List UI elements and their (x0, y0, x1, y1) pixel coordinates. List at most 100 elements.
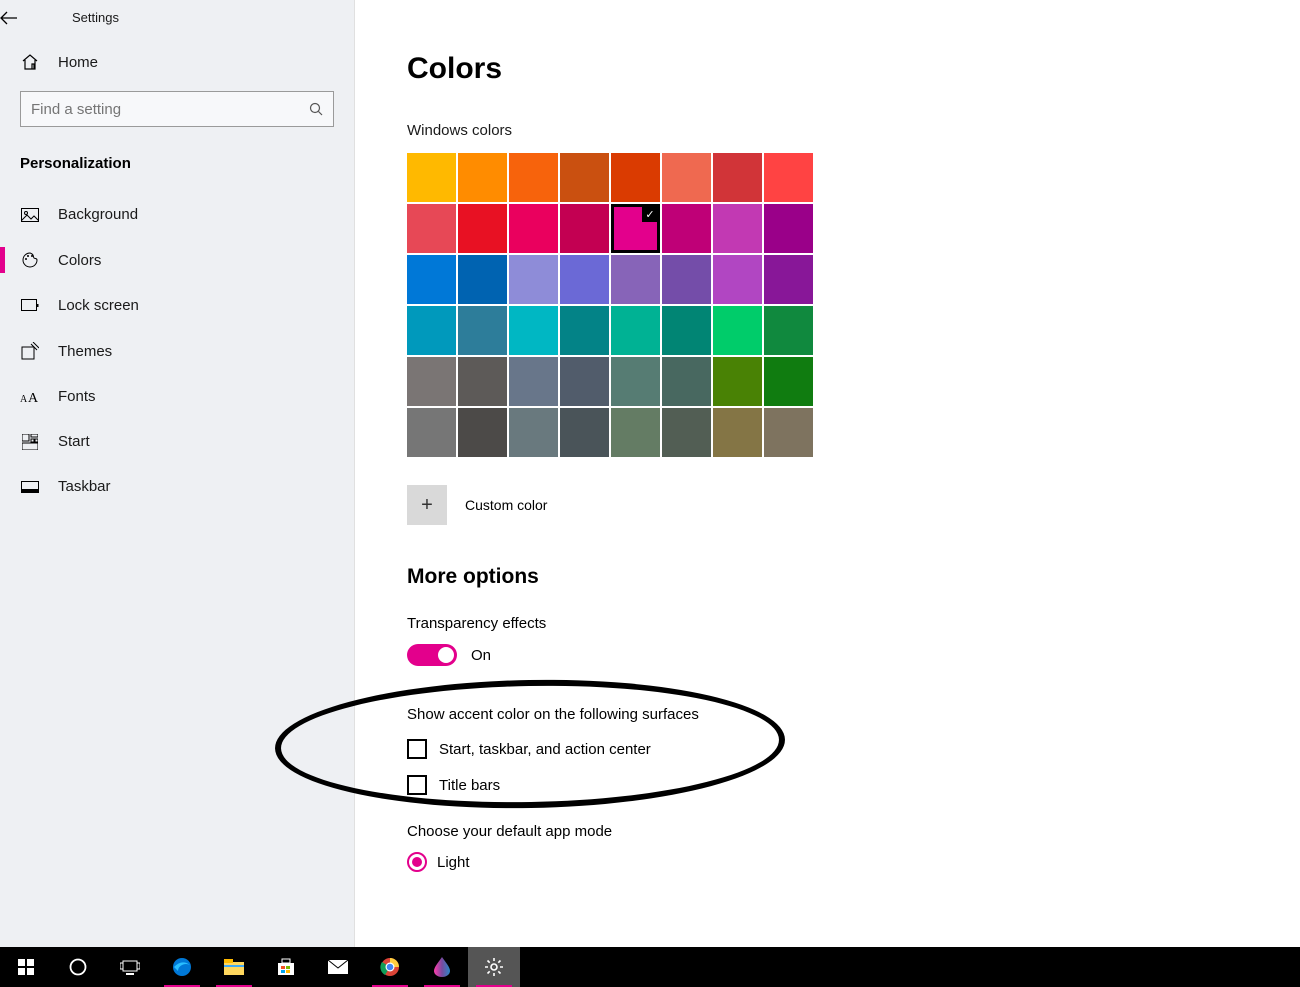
color-swatch[interactable] (560, 204, 609, 253)
settings-taskbar-button[interactable] (468, 947, 520, 987)
back-button[interactable] (0, 11, 48, 25)
paint3d-taskbar-button[interactable] (416, 947, 468, 987)
checkbox-titlebars[interactable] (407, 775, 427, 795)
svg-text:A: A (20, 394, 28, 405)
color-swatch[interactable] (611, 408, 660, 457)
color-swatch[interactable] (509, 153, 558, 202)
sidebar-item-colors[interactable]: Colors (0, 237, 354, 283)
color-swatch[interactable] (764, 204, 813, 253)
default-mode-light-row[interactable]: Light (407, 852, 1300, 872)
sidebar-item-background[interactable]: Background (0, 192, 354, 237)
edge-browser-taskbar-button[interactable] (156, 947, 208, 987)
cortana-icon (69, 958, 87, 976)
sidebar-item-taskbar[interactable]: Taskbar (0, 464, 354, 509)
color-swatch[interactable] (458, 255, 507, 304)
color-swatch[interactable] (713, 204, 762, 253)
color-swatch[interactable] (764, 153, 813, 202)
cortana-taskbar-button[interactable] (52, 947, 104, 987)
search-input[interactable] (31, 101, 299, 118)
sidebar-item-start[interactable]: Start (0, 419, 354, 464)
color-swatch[interactable] (713, 357, 762, 406)
checkbox-start-row[interactable]: Start, taskbar, and action center (407, 739, 1300, 759)
color-swatch[interactable] (662, 204, 711, 253)
file-explorer-taskbar-button[interactable] (208, 947, 260, 987)
color-swatch[interactable] (662, 255, 711, 304)
sidebar-nav-list: Background Colors Lock screen Themes AAFonts… (0, 192, 354, 509)
color-swatch[interactable] (407, 153, 456, 202)
sidebar-item-lock-screen[interactable]: Lock screen (0, 283, 354, 328)
transparency-toggle[interactable] (407, 644, 457, 666)
color-swatch[interactable] (764, 306, 813, 355)
color-swatch[interactable] (560, 153, 609, 202)
color-swatch[interactable] (407, 357, 456, 406)
checkbox-start[interactable] (407, 739, 427, 759)
color-swatch[interactable] (458, 204, 507, 253)
sidebar-item-themes[interactable]: Themes (0, 328, 354, 374)
svg-text:A: A (28, 391, 39, 405)
color-swatch[interactable] (662, 408, 711, 457)
palette-icon (20, 251, 40, 269)
chrome-browser-taskbar-button[interactable] (364, 947, 416, 987)
color-swatch[interactable] (662, 153, 711, 202)
sidebar-item-label: Themes (58, 343, 112, 360)
color-swatch[interactable] (560, 408, 609, 457)
color-swatch[interactable] (407, 408, 456, 457)
color-swatch[interactable] (509, 306, 558, 355)
color-swatch[interactable] (611, 255, 660, 304)
sidebar-item-label: Taskbar (58, 478, 111, 495)
color-swatch[interactable] (764, 408, 813, 457)
color-swatch[interactable] (713, 408, 762, 457)
color-swatch[interactable] (764, 255, 813, 304)
start-menu-taskbar-button[interactable] (0, 947, 52, 987)
color-swatch[interactable] (458, 306, 507, 355)
color-swatch[interactable] (458, 408, 507, 457)
color-swatch[interactable] (509, 255, 558, 304)
color-swatch[interactable] (662, 357, 711, 406)
mail-icon (328, 960, 348, 974)
arrow-left-icon (0, 11, 48, 25)
color-swatch[interactable] (407, 306, 456, 355)
color-swatch[interactable] (458, 357, 507, 406)
color-swatch[interactable] (611, 306, 660, 355)
color-swatch[interactable] (662, 306, 711, 355)
color-swatch[interactable] (509, 408, 558, 457)
color-swatch[interactable] (713, 153, 762, 202)
search-box[interactable] (20, 91, 334, 127)
color-swatch[interactable] (560, 255, 609, 304)
file-explorer-icon (224, 959, 244, 975)
monitor-icon (20, 299, 40, 313)
home-icon (20, 53, 40, 71)
sidebar-item-fonts[interactable]: AAFonts (0, 374, 354, 419)
color-swatch[interactable] (713, 306, 762, 355)
color-swatch[interactable] (509, 204, 558, 253)
color-swatch[interactable] (611, 357, 660, 406)
settings-window: Settings Home Personalization Background… (0, 0, 1300, 947)
task-view-taskbar-button[interactable] (104, 947, 156, 987)
microsoft-store-icon (277, 958, 295, 976)
color-swatch[interactable] (560, 306, 609, 355)
color-swatch[interactable] (764, 357, 813, 406)
color-swatch[interactable] (407, 255, 456, 304)
mail-taskbar-button[interactable] (312, 947, 364, 987)
color-swatch[interactable] (560, 357, 609, 406)
custom-color-row[interactable]: + Custom color (407, 485, 1300, 525)
radio-light-label: Light (437, 854, 470, 871)
taskbar (0, 947, 1300, 987)
sidebar-item-label: Colors (58, 252, 101, 269)
page-title: Colors (407, 52, 1300, 86)
font-icon: AA (20, 389, 40, 405)
color-swatch[interactable] (407, 204, 456, 253)
plus-icon[interactable]: + (407, 485, 447, 525)
checkbox-titlebars-row[interactable]: Title bars (407, 775, 1300, 795)
microsoft-store-taskbar-button[interactable] (260, 947, 312, 987)
windows-colors-label: Windows colors (407, 122, 1300, 139)
color-swatch[interactable] (458, 153, 507, 202)
radio-light[interactable] (407, 852, 427, 872)
color-swatch[interactable] (509, 357, 558, 406)
picture-icon (20, 208, 40, 222)
checkbox-start-label: Start, taskbar, and action center (439, 741, 651, 758)
color-swatch[interactable] (713, 255, 762, 304)
color-swatch[interactable] (611, 153, 660, 202)
color-swatch[interactable]: ✓ (611, 204, 660, 253)
home-nav[interactable]: Home (0, 39, 354, 85)
